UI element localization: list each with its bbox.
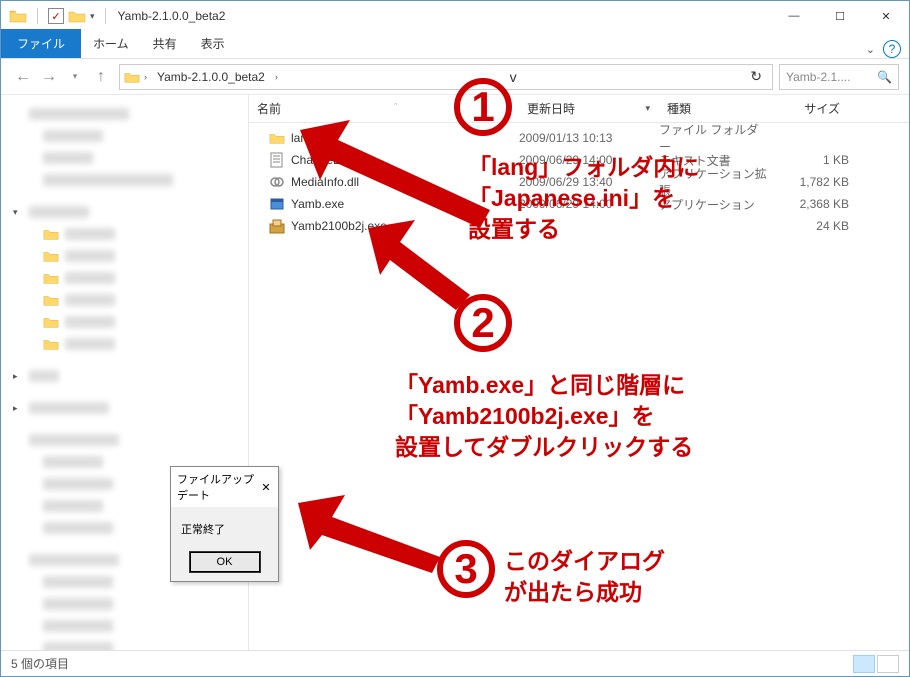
file-type: アプリケーション拡張 [659, 165, 769, 199]
file-name: ChangeLog [291, 153, 353, 167]
window-title: Yamb-2.1.0.0_beta2 [118, 9, 226, 23]
tree-item[interactable] [5, 147, 244, 169]
view-thumbnails-button[interactable] [877, 655, 899, 673]
sort-indicator-icon: ＾ [391, 102, 400, 115]
tree-item[interactable] [5, 103, 244, 125]
tree-item[interactable] [5, 289, 244, 311]
file-view: 名前＾ 更新日時▾ 種類 サイズ lang 2009/01/13 10:13 フ… [249, 95, 909, 650]
dialog-close-button[interactable]: ✕ [260, 481, 272, 494]
folder-icon [269, 130, 285, 146]
file-size: 1 KB [769, 153, 849, 167]
file-date: 2009/06/29 14:00 [519, 153, 659, 167]
breadcrumb-segment[interactable]: Yamb-2.1.0.0_beta2 [151, 68, 271, 86]
dialog-message: 正常終了 [171, 507, 278, 543]
file-type: ファイル フォルダー [659, 121, 769, 155]
column-date[interactable]: 更新日時▾ [519, 95, 659, 122]
file-type: アプリケーション [659, 196, 769, 213]
dialog-titlebar[interactable]: ファイルアップデート ✕ [171, 467, 278, 507]
column-name[interactable]: 名前＾ [249, 95, 519, 122]
window-controls: — ☐ ✕ [771, 1, 909, 31]
tree-item[interactable] [5, 169, 244, 191]
file-row[interactable]: MediaInfo.dll 2009/06/29 13:40 アプリケーション拡… [249, 171, 909, 193]
tree-item[interactable] [5, 593, 244, 615]
update-dialog: ファイルアップデート ✕ 正常終了 OK [170, 466, 279, 582]
navigation-bar: ← → ▾ ↑ › Yamb-2.1.0.0_beta2 › v ↻ Yamb-… [1, 59, 909, 95]
tree-item[interactable] [5, 429, 244, 451]
tree-item[interactable]: ▸ [5, 365, 244, 387]
file-name: Yamb.exe [291, 197, 344, 211]
tree-item[interactable]: ▾ [5, 201, 244, 223]
refresh-button[interactable]: ↻ [744, 68, 768, 85]
file-name: lang [291, 131, 314, 145]
search-input[interactable]: Yamb-2.1.... 🔍 [779, 64, 899, 90]
explorer-window: ✓ ▾ Yamb-2.1.0.0_beta2 — ☐ ✕ ファイル ホーム 共有… [0, 0, 910, 677]
file-row[interactable]: Yamb2100b2j.exe 24 KB [249, 215, 909, 237]
folder-icon [9, 9, 27, 23]
ok-button[interactable]: OK [189, 551, 261, 573]
column-size[interactable]: サイズ [769, 95, 849, 122]
separator [37, 8, 38, 24]
forward-button[interactable]: → [37, 65, 61, 89]
exe-icon [269, 196, 285, 212]
tree-item[interactable] [5, 245, 244, 267]
qat-checkbox-icon[interactable]: ✓ [48, 8, 64, 24]
tree-item[interactable] [5, 637, 244, 650]
search-placeholder: Yamb-2.1.... [786, 70, 850, 84]
file-name: Yamb2100b2j.exe [291, 219, 387, 233]
titlebar: ✓ ▾ Yamb-2.1.0.0_beta2 — ☐ ✕ [1, 1, 909, 31]
status-count: 5 個の項目 [11, 655, 69, 672]
ribbon-expand-icon[interactable]: ⌄ [866, 43, 875, 56]
file-date: 2009/06/29 13:40 [519, 175, 659, 189]
chevron-right-icon[interactable]: › [140, 72, 151, 82]
text-file-icon [269, 152, 285, 168]
file-size: 24 KB [769, 219, 849, 233]
tree-item[interactable] [5, 615, 244, 637]
ribbon-tab-view[interactable]: 表示 [189, 29, 237, 58]
statusbar: 5 個の項目 [1, 650, 909, 676]
column-type[interactable]: 種類 [659, 95, 769, 122]
tree-item[interactable] [5, 311, 244, 333]
maximize-button[interactable]: ☐ [817, 1, 863, 31]
tree-item[interactable]: ▸ [5, 397, 244, 419]
file-name: MediaInfo.dll [291, 175, 359, 189]
close-button[interactable]: ✕ [863, 1, 909, 31]
quick-access-toolbar: ✓ ▾ [9, 8, 112, 24]
chevron-right-icon[interactable]: › [271, 72, 282, 82]
history-dropdown[interactable]: ▾ [63, 65, 87, 89]
search-icon: 🔍 [877, 70, 892, 84]
file-list[interactable]: lang 2009/01/13 10:13 ファイル フォルダー ChangeL… [249, 123, 909, 650]
installer-icon [269, 218, 285, 234]
file-row[interactable]: ChangeLog 2009/06/29 14:00 テキスト文書 1 KB [249, 149, 909, 171]
ribbon-tab-share[interactable]: 共有 [141, 29, 189, 58]
file-row[interactable]: Yamb.exe 2009/06/29 14:00 アプリケーション 2,368… [249, 193, 909, 215]
back-button[interactable]: ← [11, 65, 35, 89]
folder-icon [124, 70, 140, 84]
file-size: 1,782 KB [769, 175, 849, 189]
tree-item[interactable] [5, 223, 244, 245]
file-date: 2009/06/29 14:00 [519, 197, 659, 211]
breadcrumb-dropdown[interactable]: v [504, 69, 523, 85]
minimize-button[interactable]: — [771, 1, 817, 31]
tree-item[interactable] [5, 267, 244, 289]
folder-icon [68, 9, 86, 23]
qat-dropdown-icon[interactable]: ▾ [90, 11, 95, 22]
file-row[interactable]: lang 2009/01/13 10:13 ファイル フォルダー [249, 127, 909, 149]
file-date: 2009/01/13 10:13 [519, 131, 659, 145]
tree-item[interactable] [5, 125, 244, 147]
tree-item[interactable] [5, 333, 244, 355]
file-size: 2,368 KB [769, 197, 849, 211]
separator [105, 8, 106, 24]
ribbon: ファイル ホーム 共有 表示 ⌄ ? [1, 31, 909, 59]
content-area: ▾ ▸ ▸ Yamb-2.1.0.0_beta2 [1, 95, 909, 650]
help-icon[interactable]: ? [883, 40, 901, 58]
view-details-button[interactable] [853, 655, 875, 673]
up-button[interactable]: ↑ [89, 65, 113, 89]
breadcrumb[interactable]: › Yamb-2.1.0.0_beta2 › v ↻ [119, 64, 773, 90]
column-headers: 名前＾ 更新日時▾ 種類 サイズ [249, 95, 909, 123]
ribbon-tab-file[interactable]: ファイル [1, 29, 81, 58]
dialog-title: ファイルアップデート [177, 471, 260, 503]
ribbon-tab-home[interactable]: ホーム [81, 29, 141, 58]
dll-icon [269, 174, 285, 190]
